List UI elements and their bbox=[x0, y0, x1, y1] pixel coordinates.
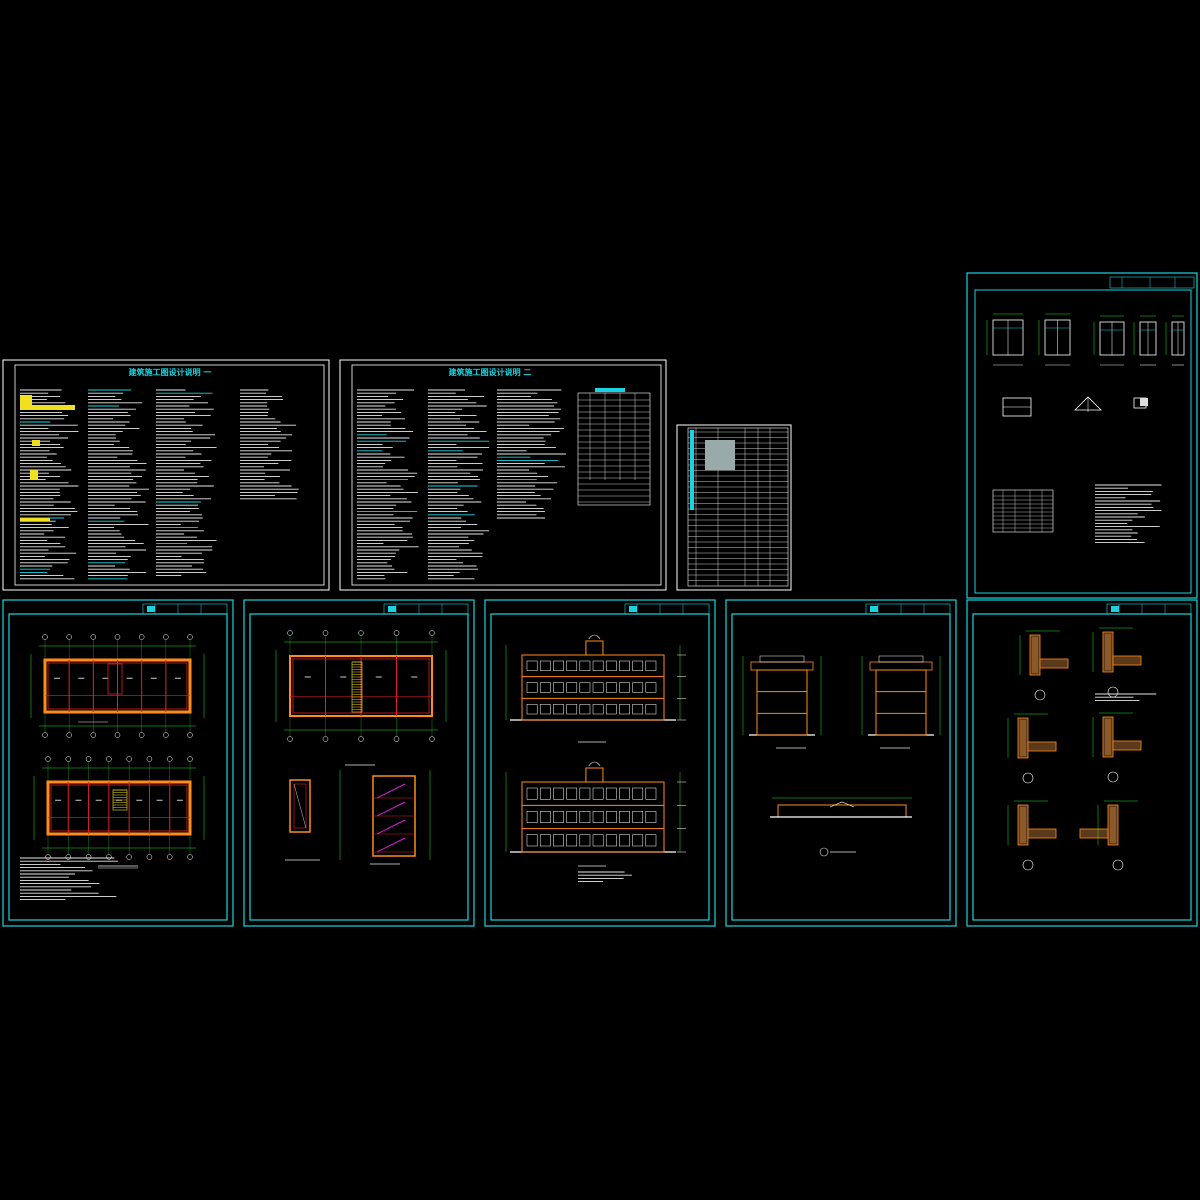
title-block bbox=[1109, 276, 1195, 289]
sheet-side-elevations[interactable] bbox=[725, 599, 957, 927]
sheet-wall-details[interactable] bbox=[966, 599, 1198, 927]
sheet-design-notes-2[interactable]: 建筑施工图设计说明 二 bbox=[339, 359, 667, 591]
sheet-door-window-details[interactable] bbox=[966, 272, 1198, 599]
door-window-schedule-table bbox=[577, 388, 651, 506]
notes-text-block bbox=[357, 389, 566, 580]
drawing-index-table bbox=[688, 428, 788, 586]
sheet-design-notes-1[interactable]: 建筑施工图设计说明 一 bbox=[2, 359, 330, 591]
sheet-title-design-notes-1: 建筑施工图设计说明 一 bbox=[128, 367, 212, 377]
sheet-elevations[interactable] bbox=[484, 599, 716, 927]
sheet-drawing-index[interactable] bbox=[676, 424, 792, 591]
sheet-title-design-notes-2: 建筑施工图设计说明 二 bbox=[448, 367, 532, 377]
sheet-floor-plans[interactable] bbox=[2, 599, 234, 927]
door-window-elevations bbox=[986, 313, 1185, 544]
sheet-roof-stair-plans[interactable] bbox=[243, 599, 475, 927]
cad-drawing-canvas: 建筑施工图设计说明 一 建筑施工图设计说明 二 bbox=[2, 272, 1198, 927]
notes-text-block bbox=[20, 389, 299, 580]
